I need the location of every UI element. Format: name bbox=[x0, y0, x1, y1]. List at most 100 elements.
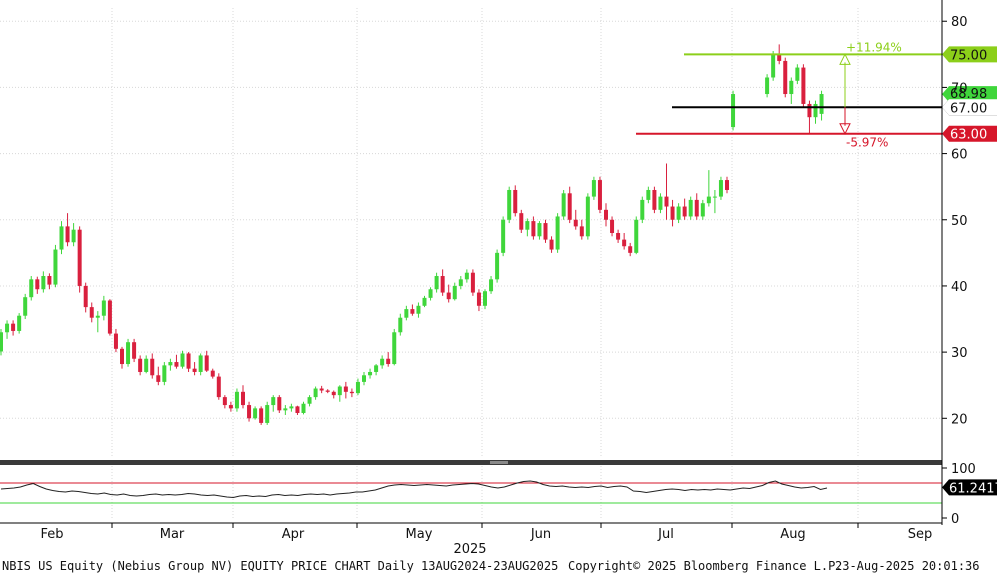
candle-body bbox=[573, 219, 578, 227]
candle-body bbox=[35, 279, 40, 290]
candle-body bbox=[712, 196, 717, 198]
candle-body bbox=[783, 60, 788, 95]
year-label: 2025 bbox=[453, 542, 486, 557]
candle-body bbox=[95, 315, 100, 318]
candle-body bbox=[537, 223, 542, 237]
candle-body bbox=[295, 406, 300, 413]
candle-body bbox=[718, 180, 723, 197]
candle-body bbox=[307, 397, 312, 404]
candle-body bbox=[89, 307, 94, 318]
rsi-grid bbox=[111, 466, 859, 520]
candle-body bbox=[807, 103, 812, 118]
candle-body bbox=[634, 219, 639, 253]
price-chart: 75.0067.0063.0068.9867.00 +11.94%-5.97% … bbox=[0, 0, 997, 557]
candle-body bbox=[368, 371, 373, 376]
candle-body bbox=[591, 180, 596, 197]
candle-body bbox=[628, 246, 633, 253]
candle-body bbox=[646, 189, 651, 200]
candle-body bbox=[543, 223, 548, 240]
down-percent-label: -5.97% bbox=[846, 136, 888, 150]
candle-body bbox=[53, 249, 58, 285]
candle-body bbox=[132, 342, 137, 359]
candle-body bbox=[706, 196, 711, 204]
month-label: Mar bbox=[160, 527, 185, 542]
candle-body bbox=[676, 206, 681, 220]
candle-body bbox=[694, 199, 699, 217]
price-tick-label: 80 bbox=[951, 15, 968, 30]
month-label: Jul bbox=[657, 527, 674, 542]
level-67-label: 67.00 bbox=[950, 101, 987, 116]
panel-divider-handle bbox=[490, 461, 508, 464]
candle-body bbox=[531, 221, 536, 237]
candle-body bbox=[616, 233, 621, 240]
candle-body bbox=[41, 276, 46, 290]
candle-body bbox=[813, 103, 818, 118]
candle-body bbox=[337, 386, 342, 396]
candle-body bbox=[47, 276, 52, 285]
candle-body bbox=[688, 199, 693, 217]
candle-body bbox=[489, 279, 494, 292]
candle-body bbox=[265, 405, 270, 423]
candle-body bbox=[0, 332, 3, 352]
candle-body bbox=[289, 406, 294, 409]
candle-body bbox=[597, 180, 602, 210]
footer-copyright: Copyright© 2025 Bloomberg Finance L.P. bbox=[568, 559, 843, 573]
candle-body bbox=[77, 229, 82, 286]
candle-body bbox=[765, 77, 770, 95]
candle-body bbox=[355, 381, 360, 394]
candle-body bbox=[525, 221, 530, 230]
candle-body bbox=[29, 279, 34, 298]
candle-body bbox=[725, 180, 729, 190]
rsi-last-label: 61.2417 bbox=[949, 481, 997, 496]
candle-body bbox=[186, 353, 191, 369]
candle-body bbox=[464, 272, 469, 280]
footer-bar: NBIS US Equity (Nebius Group NV) EQUITY … bbox=[0, 557, 997, 575]
candle-body bbox=[664, 196, 669, 207]
candle-body bbox=[168, 362, 173, 366]
candle-body bbox=[210, 370, 215, 377]
candle-body bbox=[549, 239, 554, 250]
candle-body bbox=[162, 365, 167, 382]
candle-body bbox=[198, 355, 203, 372]
horizontal-levels: 75.0067.0063.0068.9867.00 bbox=[636, 46, 997, 143]
candle-body bbox=[11, 323, 16, 331]
candle-body bbox=[440, 276, 445, 293]
panel-divider bbox=[0, 460, 942, 465]
candle-body bbox=[585, 196, 590, 237]
candle-body bbox=[700, 203, 705, 217]
candle-body bbox=[452, 285, 457, 300]
candle-body bbox=[17, 315, 22, 331]
candle-body bbox=[362, 375, 366, 382]
candle-body bbox=[180, 353, 185, 367]
candle-body bbox=[801, 67, 806, 104]
candle-body bbox=[380, 358, 385, 366]
candle-body bbox=[458, 279, 463, 286]
candle-body bbox=[604, 209, 608, 220]
candle-body bbox=[682, 206, 687, 217]
footer-security-info: NBIS US Equity (Nebius Group NV) EQUITY … bbox=[2, 559, 559, 573]
candle-body bbox=[404, 309, 409, 318]
candle-body bbox=[476, 292, 481, 306]
candle-body bbox=[819, 94, 824, 114]
candle-body bbox=[398, 317, 403, 333]
candle-body bbox=[65, 226, 70, 243]
candle-body bbox=[259, 408, 264, 423]
candle-body bbox=[622, 239, 627, 247]
candle-body bbox=[513, 189, 518, 214]
candle-body bbox=[222, 397, 227, 406]
candle-body bbox=[23, 297, 28, 316]
candle-body bbox=[561, 193, 566, 217]
candle-body bbox=[192, 368, 197, 372]
up-percent-label: +11.94% bbox=[846, 40, 902, 54]
candle-body bbox=[138, 358, 143, 372]
rsi-panel: 61.2417 bbox=[0, 479, 997, 504]
candle-body bbox=[422, 297, 427, 306]
candle-body bbox=[174, 362, 179, 367]
footer-timestamp: 23-Aug-2025 20:01:36 bbox=[835, 559, 980, 573]
candle-body bbox=[120, 348, 124, 365]
price-tick-label: 60 bbox=[951, 148, 968, 163]
candle-body bbox=[410, 309, 415, 314]
candle-body bbox=[59, 226, 64, 250]
candle-body bbox=[126, 342, 131, 365]
month-label: Aug bbox=[780, 527, 805, 542]
